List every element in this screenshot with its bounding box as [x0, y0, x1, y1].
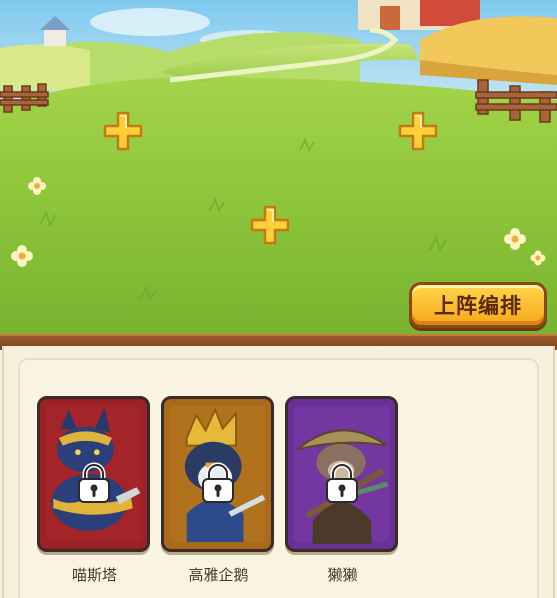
hero-name: 高雅企鹅	[188, 566, 249, 584]
deploy-slot-right[interactable]	[396, 109, 440, 153]
formation-button-label: 上阵编排	[434, 294, 522, 318]
battle-field: 上阵编排	[0, 0, 557, 340]
plus-icon	[250, 205, 290, 245]
hero-card-art-frame	[161, 396, 274, 552]
lock-icon	[325, 462, 358, 503]
lock-icon	[201, 462, 234, 503]
hero-card-art-frame	[285, 396, 398, 552]
hero-card-2[interactable]: 高雅企鹅	[161, 396, 276, 585]
plus-icon	[103, 111, 143, 151]
hero-card-3[interactable]: 獭獭	[285, 396, 400, 585]
deploy-slot-left[interactable]	[101, 109, 145, 153]
hero-name: 喵斯塔	[71, 566, 117, 584]
formation-button[interactable]: 上阵编排	[409, 282, 547, 328]
hero-list: 喵斯塔 高雅企鹅 獭獭	[18, 358, 539, 598]
hero-panel: 喵斯塔 高雅企鹅 獭獭	[2, 346, 555, 598]
hero-card-art-frame	[37, 396, 150, 552]
lock-icon	[77, 462, 110, 503]
hero-card-1[interactable]: 喵斯塔	[37, 396, 152, 585]
plus-icon	[398, 111, 438, 151]
deploy-slot-center[interactable]	[248, 203, 292, 247]
hero-name: 獭獭	[327, 566, 358, 584]
